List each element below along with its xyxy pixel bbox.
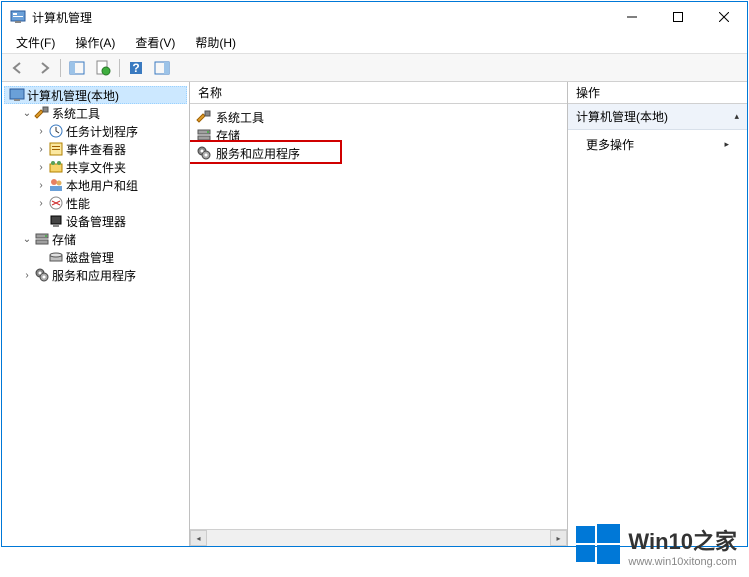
help-button[interactable]: ? [124, 57, 148, 79]
tools-icon [34, 105, 50, 121]
users-icon [48, 177, 64, 193]
storage-icon [34, 231, 50, 247]
item-label: 更多操作 [586, 136, 634, 153]
tree-task-scheduler[interactable]: › 任务计划程序 [4, 122, 187, 140]
toolbar-separator [60, 59, 61, 77]
windows-logo-icon [576, 522, 620, 569]
tree-label: 磁盘管理 [66, 249, 114, 266]
horizontal-scrollbar[interactable]: ◂ ▸ [190, 529, 567, 546]
services-icon [196, 145, 212, 161]
content-area: 计算机管理(本地) ⌄ 系统工具 › 任务计划程序 › 事件查看器 › 共享文件… [2, 82, 747, 546]
window-controls [609, 2, 747, 32]
expand-icon[interactable]: › [34, 160, 48, 174]
device-icon [48, 213, 64, 229]
tree-services-apps[interactable]: › 服务和应用程序 [4, 266, 187, 284]
tree-label: 计算机管理(本地) [27, 87, 119, 104]
item-label: 存储 [216, 127, 240, 144]
tree-local-users[interactable]: › 本地用户和组 [4, 176, 187, 194]
spacer [34, 250, 48, 264]
actions-group-title[interactable]: 计算机管理(本地) ▴ [568, 104, 747, 130]
expand-icon[interactable]: › [34, 142, 48, 156]
expand-icon[interactable]: › [20, 268, 34, 282]
forward-button[interactable] [32, 57, 56, 79]
minimize-button[interactable] [609, 2, 655, 32]
collapse-arrow-icon: ▴ [734, 111, 739, 122]
tree-event-viewer[interactable]: › 事件查看器 [4, 140, 187, 158]
tree-pane[interactable]: 计算机管理(本地) ⌄ 系统工具 › 任务计划程序 › 事件查看器 › 共享文件… [2, 82, 190, 546]
spacer [34, 214, 48, 228]
services-icon [34, 267, 50, 283]
actions-header: 操作 [568, 82, 747, 104]
tree-label: 服务和应用程序 [52, 267, 136, 284]
column-header-name[interactable]: 名称 [190, 82, 567, 104]
collapse-icon[interactable]: ⌄ [20, 232, 34, 246]
storage-icon [196, 127, 212, 143]
group-label: 计算机管理(本地) [576, 108, 668, 125]
app-icon [10, 9, 26, 25]
toolbar: ? [2, 54, 747, 82]
disk-icon [48, 249, 64, 265]
item-label: 服务和应用程序 [216, 145, 300, 162]
menu-file[interactable]: 文件(F) [8, 32, 63, 53]
tree-system-tools[interactable]: ⌄ 系统工具 [4, 104, 187, 122]
event-icon [48, 141, 64, 157]
watermark: Win10之家 www.win10xitong.com [576, 522, 737, 569]
tree-disk-mgmt[interactable]: 磁盘管理 [4, 248, 187, 266]
svg-text:?: ? [132, 61, 139, 75]
watermark-text: Win10之家 www.win10xitong.com [628, 524, 737, 568]
scroll-track[interactable] [207, 530, 550, 546]
scroll-right-button[interactable]: ▸ [550, 530, 567, 546]
list-item-storage[interactable]: 存储 [196, 126, 561, 144]
expand-icon[interactable]: › [34, 124, 48, 138]
menu-view[interactable]: 查看(V) [127, 32, 183, 53]
titlebar: 计算机管理 [2, 2, 747, 32]
menubar: 文件(F) 操作(A) 查看(V) 帮助(H) [2, 32, 747, 54]
collapse-icon[interactable]: ⌄ [20, 106, 34, 120]
tree-device-manager[interactable]: 设备管理器 [4, 212, 187, 230]
tree-shared-folders[interactable]: › 共享文件夹 [4, 158, 187, 176]
expand-icon[interactable]: › [34, 196, 48, 210]
submenu-arrow-icon: ▸ [724, 139, 729, 150]
watermark-domain: www.win10xitong.com [628, 556, 737, 568]
tree-label: 本地用户和组 [66, 177, 138, 194]
tree-label: 任务计划程序 [66, 123, 138, 140]
item-label: 系统工具 [216, 109, 264, 126]
tree-label: 共享文件夹 [66, 159, 126, 176]
computer-mgmt-icon [9, 87, 25, 103]
tree-label: 存储 [52, 231, 76, 248]
show-hide-tree-button[interactable] [65, 57, 89, 79]
list-item-system-tools[interactable]: 系统工具 [196, 108, 561, 126]
tree-performance[interactable]: › 性能 [4, 194, 187, 212]
more-actions-item[interactable]: 更多操作 ▸ [568, 130, 747, 159]
perf-icon [48, 195, 64, 211]
app-window: 计算机管理 文件(F) 操作(A) 查看(V) 帮助(H) ? 计算机管理(本地… [1, 1, 748, 547]
list-body[interactable]: 系统工具 存储 服务和应用程序 [190, 104, 567, 529]
menu-help[interactable]: 帮助(H) [187, 32, 244, 53]
scroll-left-button[interactable]: ◂ [190, 530, 207, 546]
back-button[interactable] [6, 57, 30, 79]
details-pane: 名称 系统工具 存储 服务和应用程序 ◂ ▸ [190, 82, 568, 546]
action-pane-button[interactable] [150, 57, 174, 79]
actions-pane: 操作 计算机管理(本地) ▴ 更多操作 ▸ [568, 82, 747, 546]
tree-label: 设备管理器 [66, 213, 126, 230]
clock-icon [48, 123, 64, 139]
tree-label: 性能 [66, 195, 90, 212]
properties-button[interactable] [91, 57, 115, 79]
list-item-services-apps[interactable]: 服务和应用程序 [196, 144, 561, 162]
maximize-button[interactable] [655, 2, 701, 32]
share-icon [48, 159, 64, 175]
window-title: 计算机管理 [32, 9, 609, 26]
tree-root[interactable]: 计算机管理(本地) [4, 86, 187, 104]
tree-label: 系统工具 [52, 105, 100, 122]
watermark-title: Win10之家 [628, 524, 737, 556]
tree-label: 事件查看器 [66, 141, 126, 158]
expand-icon[interactable]: › [34, 178, 48, 192]
tree-storage[interactable]: ⌄ 存储 [4, 230, 187, 248]
menu-action[interactable]: 操作(A) [67, 32, 123, 53]
close-button[interactable] [701, 2, 747, 32]
toolbar-separator [119, 59, 120, 77]
tools-icon [196, 109, 212, 125]
